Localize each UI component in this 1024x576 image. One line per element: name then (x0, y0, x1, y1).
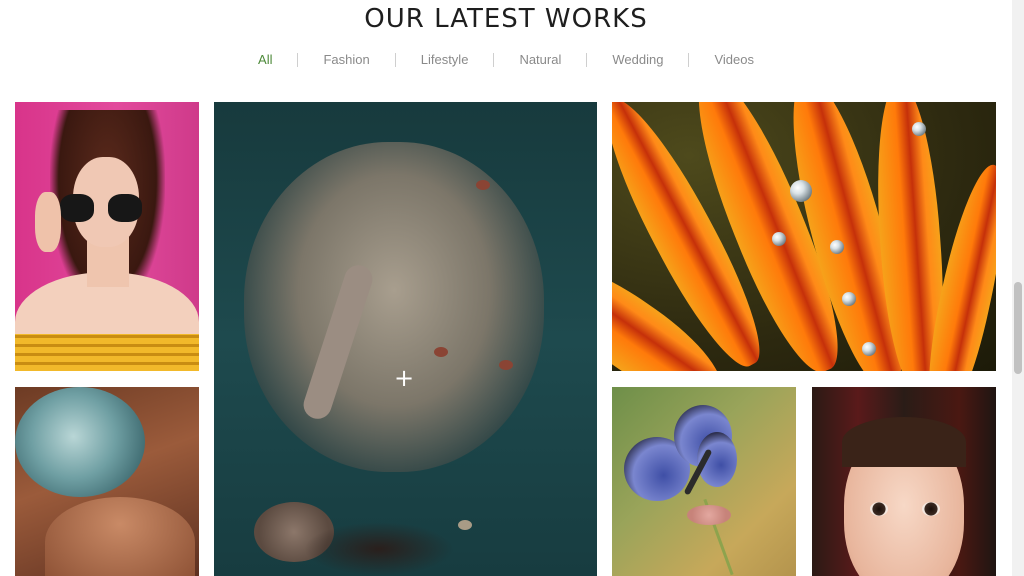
filter-videos[interactable]: Videos (689, 52, 779, 67)
scrollbar-thumb[interactable] (1014, 282, 1022, 374)
gallery-item-child-portrait[interactable] (812, 387, 996, 576)
gallery-item-blue-butterfly[interactable] (612, 387, 796, 576)
filter-natural[interactable]: Natural (494, 52, 586, 67)
filter-lifestyle[interactable]: Lifestyle (396, 52, 494, 67)
filter-fashion[interactable]: Fashion (298, 52, 394, 67)
portfolio-filter-bar: All Fashion Lifestyle Natural Wedding Vi… (0, 52, 1012, 67)
gallery-item-orange-flower[interactable] (612, 102, 996, 371)
gallery-item-underwater-dress[interactable]: + (214, 102, 597, 576)
section-title: OUR LATEST WORKS (364, 4, 648, 34)
gallery-item-woman-sunglasses[interactable] (15, 102, 199, 371)
filter-all[interactable]: All (233, 52, 297, 67)
filter-wedding[interactable]: Wedding (587, 52, 688, 67)
page-scrollbar[interactable] (1012, 0, 1024, 576)
gallery-item-fabric-rose[interactable] (15, 387, 199, 576)
plus-icon[interactable]: + (394, 366, 414, 390)
